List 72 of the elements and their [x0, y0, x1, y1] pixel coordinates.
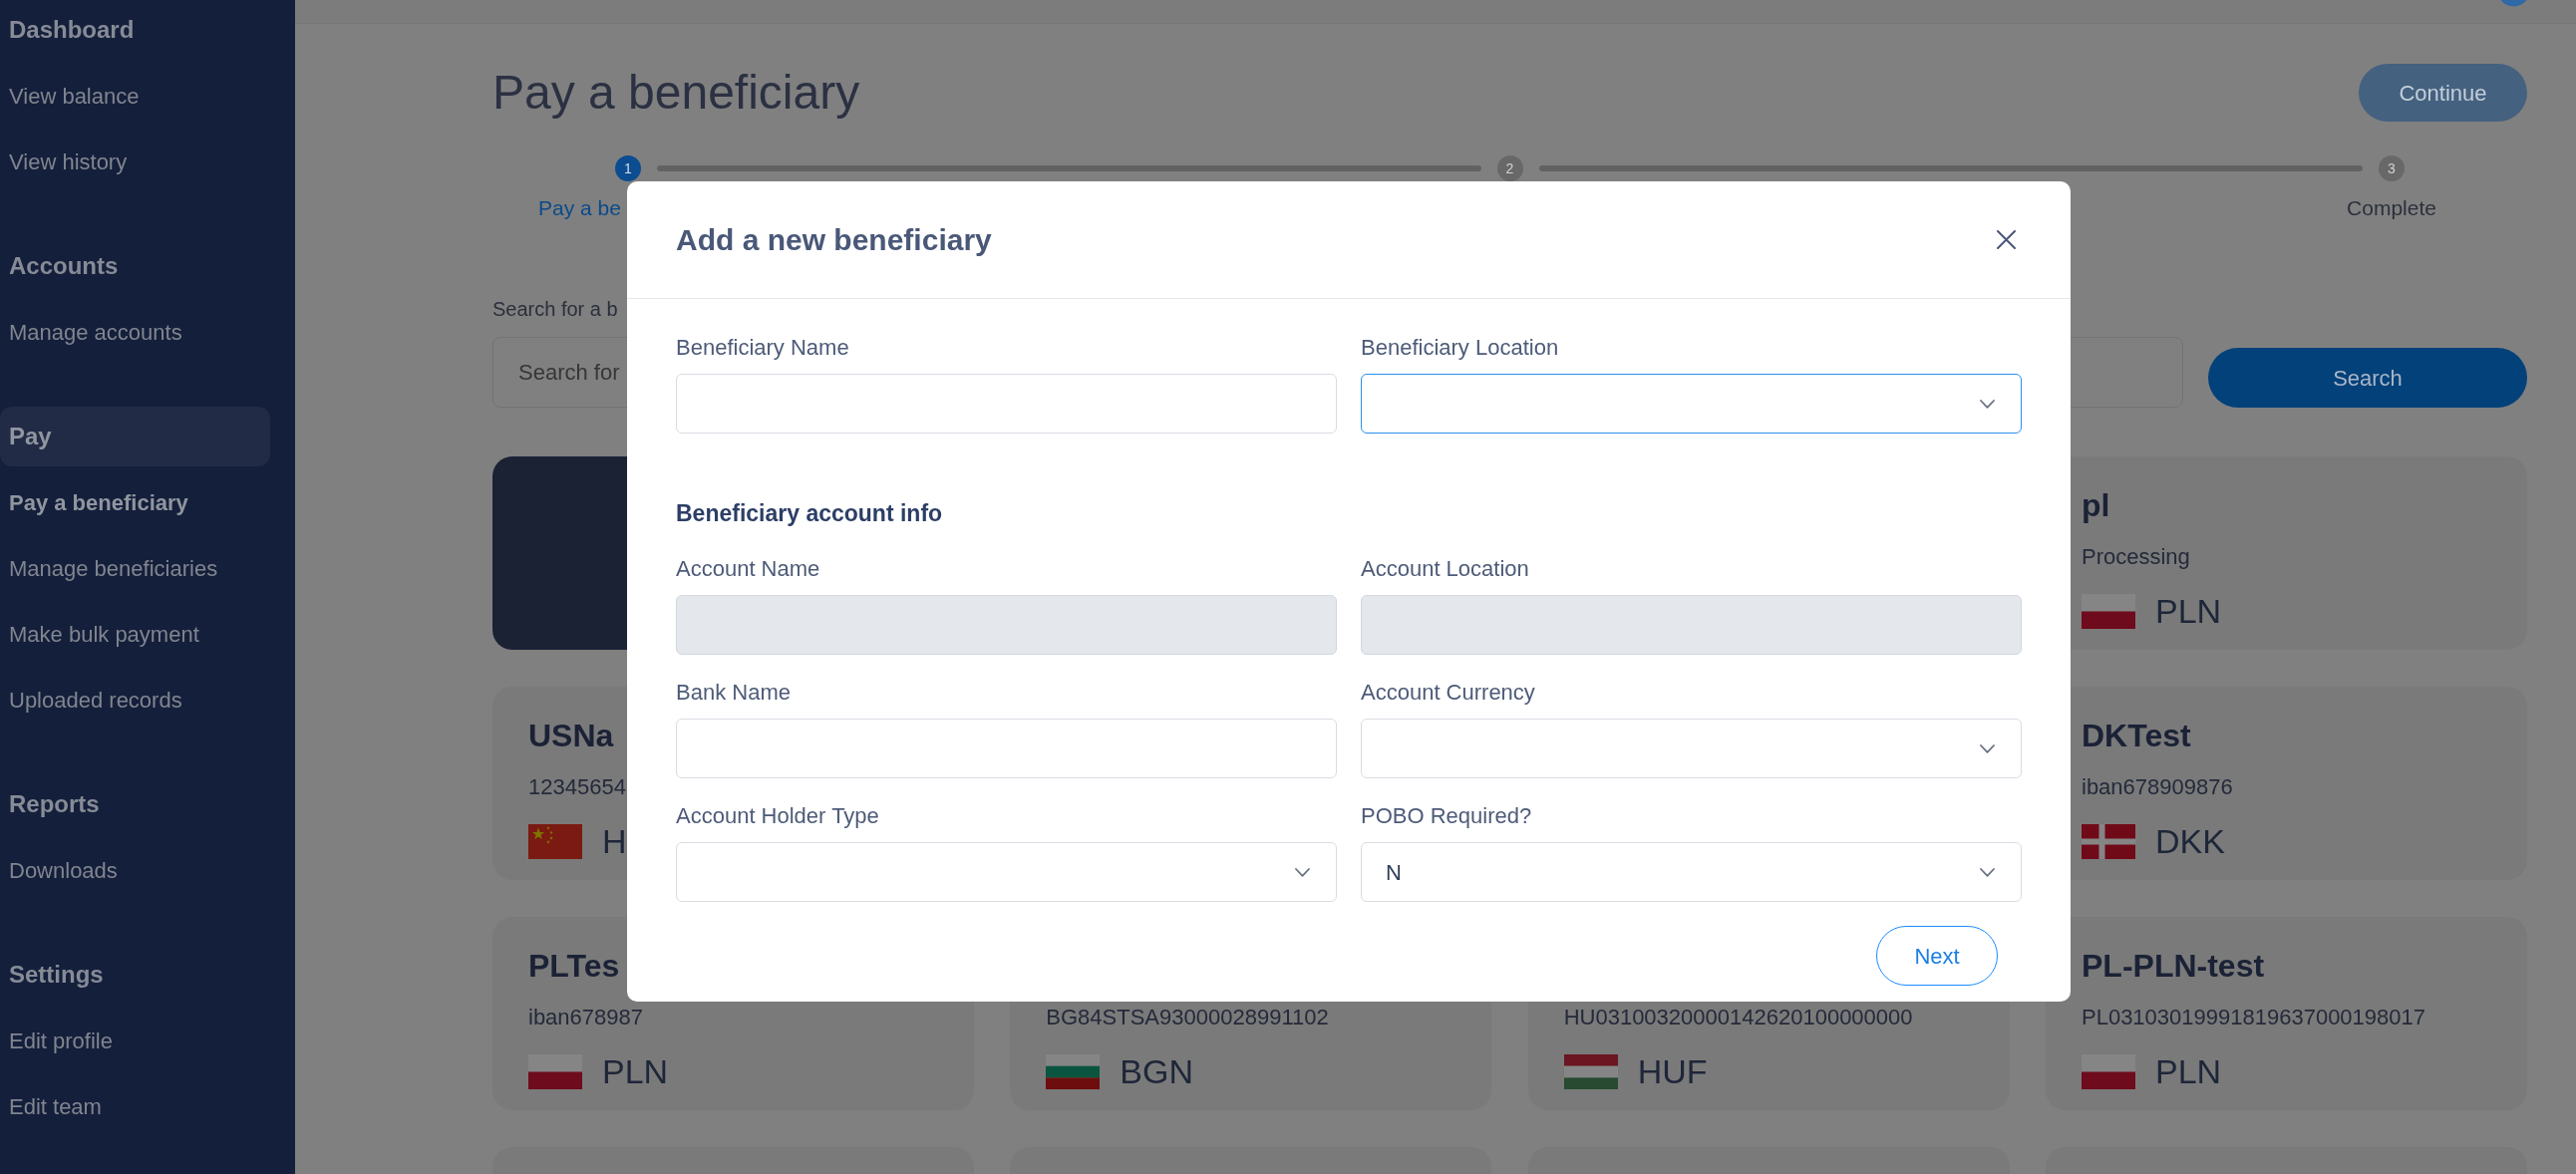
sidebar-item[interactable]: Uploaded records — [9, 688, 182, 714]
flag-icon — [1046, 1053, 1101, 1089]
sidebar-item[interactable]: View history — [9, 149, 128, 175]
field-label: POBO Required? — [1361, 802, 1532, 829]
close-button[interactable] — [1997, 230, 2016, 249]
sidebar-heading[interactable]: Reports — [9, 790, 100, 818]
account-number: iban678909876 — [2082, 775, 2233, 799]
sidebar-heading[interactable]: Accounts — [9, 252, 119, 280]
sidebar-item[interactable]: Manage accounts — [9, 320, 182, 346]
select-field[interactable]: N — [1361, 842, 2022, 902]
chevron-down-icon — [1980, 399, 1995, 409]
select-field[interactable] — [1361, 374, 2022, 434]
sidebar-heading[interactable]: Settings — [9, 961, 104, 989]
next-button[interactable]: Next — [1876, 926, 1998, 986]
account-number: HU03100320000142620100000000 — [1563, 1006, 1913, 1029]
sidebar-item[interactable]: Pay a beneficiary — [9, 490, 188, 516]
card-title: pl — [2082, 486, 2110, 525]
flag-icon — [2082, 823, 2135, 859]
account-number: BG84STSA93000028991102 — [1046, 1006, 1329, 1029]
field-label: Beneficiary Name — [676, 334, 849, 361]
step-label: Complete — [2347, 195, 2436, 221]
field-label: Beneficiary Location — [1361, 334, 1559, 361]
close-icon — [1997, 230, 2016, 249]
sidebar-item[interactable]: Edit team — [9, 1094, 102, 1120]
step-indicator: 2 — [1496, 155, 1523, 181]
field-label: Bank Name — [676, 679, 791, 706]
input-field[interactable] — [676, 719, 1337, 778]
account-number: 12345654 — [528, 775, 626, 799]
input-field[interactable] — [676, 374, 1337, 434]
step-label: Pay a be — [538, 195, 621, 221]
field-label: Account Holder Type — [676, 802, 879, 829]
account-number: PL03103019991819637000198017 — [2082, 1006, 2425, 1029]
card-title: USNa — [528, 717, 614, 755]
field-label: Account Name — [676, 555, 820, 582]
account-number: iban678987 — [528, 1006, 643, 1029]
currency-code: H — [602, 823, 627, 859]
currency-code: PLN — [602, 1053, 669, 1089]
chevron-down-icon — [1295, 867, 1310, 877]
section-heading: Beneficiary account info — [676, 499, 943, 527]
card-title: DKTest — [2082, 717, 2191, 755]
beneficiary-card[interactable]: PL-PLN-test PL03103019991819637000198017 PLN — [2046, 917, 2527, 1110]
avatar-icon[interactable] — [2500, 0, 2527, 7]
chevron-down-icon — [1980, 743, 1995, 753]
sidebar-item[interactable]: Downloads — [9, 858, 118, 884]
card-title: PLTes — [528, 947, 620, 986]
search-button[interactable]: Search — [2208, 348, 2527, 408]
currency-code: PLN — [2155, 593, 2222, 629]
sidebar-heading[interactable]: Dashboard — [9, 16, 135, 44]
currency-code: DKK — [2155, 823, 2225, 859]
card-title: PL-PLN-test — [2082, 947, 2265, 986]
sidebar-item[interactable]: View balance — [9, 84, 140, 110]
sidebar-heading[interactable]: Pay — [0, 407, 270, 466]
field-label: Account Location — [1361, 555, 1529, 582]
sidebar-item[interactable]: Edit profile — [9, 1028, 113, 1054]
search-label: Search for a b — [492, 297, 618, 321]
modal-title: Add a new beneficiary — [676, 221, 992, 258]
currency-code: PLN — [2155, 1053, 2222, 1089]
chevron-down-icon — [1980, 867, 1995, 877]
flag-icon — [1563, 1053, 1618, 1089]
sidebar-item[interactable]: Manage beneficiaries — [9, 556, 218, 582]
step-indicator: 3 — [2379, 155, 2405, 181]
currency-code: HUF — [1637, 1053, 1708, 1089]
currency-code: BGN — [1120, 1053, 1193, 1089]
flag-icon — [2082, 593, 2135, 629]
account-number: Processing — [2082, 545, 2190, 569]
step-indicator: 1 — [615, 155, 641, 181]
flag-icon — [2082, 1053, 2135, 1089]
flag-icon — [528, 1053, 582, 1089]
page-title: Pay a beneficiary — [492, 65, 860, 121]
sidebar-item[interactable]: Make bulk payment — [9, 622, 199, 648]
flag-icon — [528, 823, 582, 859]
field-label: Account Currency — [1361, 679, 1535, 706]
